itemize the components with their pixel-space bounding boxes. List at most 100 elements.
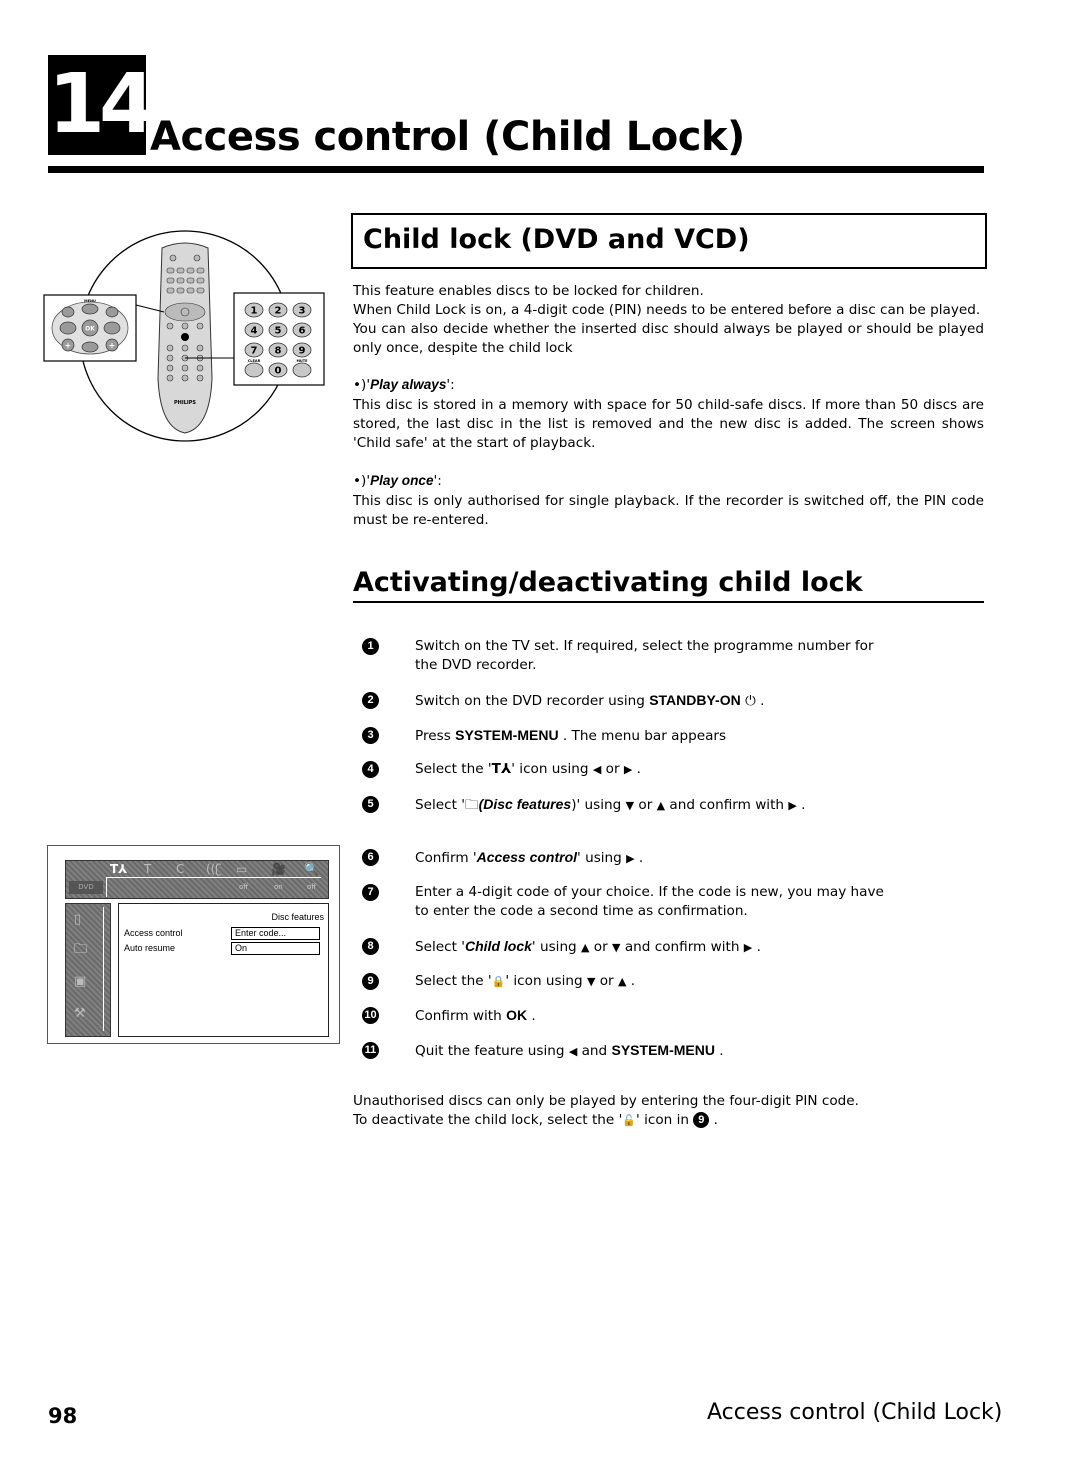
zoom-icon: 🔍 [304, 862, 319, 876]
step-number: 1 [362, 638, 379, 655]
step-number: 10 [362, 1007, 379, 1024]
camera-angle-icon: 🎥 [271, 862, 286, 876]
option-heading-play-always: •)'Play always': [353, 377, 455, 393]
keypad-key-label: 2 [275, 306, 282, 317]
access-control-field[interactable]: Enter code... [231, 927, 320, 940]
option-label: Play always [370, 377, 447, 392]
settings-tools-icon: T⅄ [491, 761, 512, 777]
intro-line: When Child Lock is on, a 4-digit code (P… [353, 302, 981, 318]
keypad-key [292, 362, 312, 378]
osd-value: off [307, 883, 317, 891]
osd-disc-features-panel: Disc features Access control Enter code.… [118, 903, 329, 1037]
step-reference: 9 [693, 1112, 710, 1128]
subtitle-icon: ▭ [236, 862, 248, 876]
step-text: Quit the feature using ◀ and SYSTEM-MENU… [415, 1042, 724, 1059]
step-number: 4 [362, 761, 379, 778]
panel-title: Disc features [271, 912, 324, 922]
keypad-callout: 1 2 3 4 5 6 7 8 9 CLEAR 0 MUTE [233, 292, 325, 386]
keypad-key-label: 7 [251, 346, 258, 357]
remote-body: PHILIPS [157, 242, 213, 434]
menu-key-label: MENU [84, 299, 96, 303]
wrench-icon: ⚒ [74, 1006, 86, 1021]
step-text: Confirm with OK . [415, 1007, 536, 1024]
chapter-icon: C [176, 862, 185, 876]
keypad-key-label: 6 [299, 326, 306, 337]
keypad-key-label: 8 [275, 346, 282, 357]
lock-open-icon: 🔓 [622, 1114, 637, 1127]
keypad-key-label: 1 [251, 306, 258, 317]
disc-features-icon: 🗀 [465, 797, 479, 813]
section-child-lock-box: Child lock (DVD and VCD) [351, 213, 987, 269]
arrow-down-icon: ▼ [625, 799, 635, 812]
keypad-key-label: 4 [251, 326, 258, 337]
option-text-play-always: This disc is stored in a memory with spa… [353, 397, 984, 451]
step-text: Enter a 4-digit code of your choice. If … [415, 884, 884, 919]
keypad-key-label: 5 [275, 326, 282, 337]
step-number: 9 [362, 973, 379, 990]
remote-brand: PHILIPS [174, 400, 196, 406]
section-rule [353, 601, 984, 603]
section-title-activating: Activating/deactivating child lock [353, 567, 863, 598]
audio-icon: ((ʗ [206, 862, 222, 876]
step-text: Press SYSTEM-MENU . The menu bar appears [415, 727, 727, 744]
option-heading-play-once: •)'Play once': [353, 473, 442, 489]
step-text: Switch on the TV set. If required, selec… [415, 638, 874, 673]
osd-side-menu: ▯ 🗀 ▣ ⚒ [65, 903, 111, 1037]
step-text: Confirm 'Access control' using ▶ . [415, 849, 644, 866]
intro-line: You can also decide whether the inserted… [353, 321, 984, 356]
keypad-key [244, 362, 264, 378]
auto-resume-field[interactable]: On [231, 942, 320, 955]
page-number: 98 [48, 1404, 78, 1428]
step-number: 7 [362, 884, 379, 901]
step-number: 6 [362, 849, 379, 866]
menu-row-label: Access control [124, 928, 183, 938]
step-number: 8 [362, 938, 379, 955]
key-standby-on: STANDBY-ON [649, 692, 741, 708]
key-system-menu: SYSTEM-MENU [611, 1042, 715, 1058]
intro-paragraph: This feature enables discs to be locked … [353, 282, 984, 358]
intro-line: This feature enables discs to be locked … [353, 283, 704, 299]
arrow-down-icon: ▼ [612, 941, 621, 954]
remote-icon: ▯ [74, 912, 82, 927]
chapter-rule [48, 166, 984, 173]
option-text-play-once: This disc is only authorised for single … [353, 493, 984, 528]
nav-keys-callout: OK MENU + + [43, 294, 137, 362]
step-text: Switch on the DVD recorder using STANDBY… [415, 692, 765, 709]
osd-menu-screenshot: DVD T⅄ T C ((ʗ ▭ 🎥 🔍 off on off ▯ 🗀 ▣ ⚒ … [47, 845, 340, 1044]
disc-features-icon: 🗀 [74, 942, 88, 957]
power-icon: ⏻ [745, 693, 756, 709]
option-label: Play once [370, 473, 434, 488]
arrow-right-icon: ▶ [743, 941, 753, 954]
keypad-key-label: 0 [275, 366, 282, 377]
keypad-key-label: 3 [299, 306, 306, 317]
step-number: 5 [362, 796, 379, 813]
remote-control-illustration: PHILIPS OK MENU + + 1 2 3 4 5 6 7 8 9 CLEAR 0 MUTE [43, 230, 325, 442]
note-line: Unauthorised discs can only be played by… [353, 1093, 859, 1109]
step-number: 2 [362, 692, 379, 709]
step-text: Select '🗀(Disc features)' using ▼ or ▲ a… [415, 796, 806, 813]
section-title-child-lock: Child lock (DVD and VCD) [363, 224, 750, 255]
osd-value: off [239, 883, 249, 891]
arrow-right-icon: ▶ [626, 852, 635, 865]
dvd-logo: DVD [69, 881, 103, 894]
key-system-menu: SYSTEM-MENU [455, 727, 559, 743]
running-title: Access control (Child Lock) [707, 1400, 1003, 1425]
step-number: 11 [362, 1042, 379, 1059]
step-text: Select the '🔒' icon using ▼ or ▲ . [415, 973, 636, 989]
osd-menu-bar: DVD T⅄ T C ((ʗ ▭ 🎥 🔍 off on off [65, 860, 329, 899]
arrow-left-icon: ◀ [568, 1045, 578, 1058]
arrow-up-icon: ▲ [656, 799, 666, 812]
svg-text:+: + [65, 341, 72, 350]
keypad-key-label: 9 [299, 346, 306, 357]
menu-row-label: Auto resume [124, 943, 176, 953]
note-line: To deactivate the child lock, select the… [353, 1112, 718, 1128]
step-text: Select 'Child lock' using ▲ or ▼ and con… [415, 938, 761, 955]
step-number: 3 [362, 727, 379, 744]
settings-tools-icon: T⅄ [110, 862, 128, 876]
arrow-right-icon: ▶ [788, 799, 797, 812]
title-icon: T [144, 862, 152, 876]
svg-text:+: + [109, 341, 116, 350]
tv-screen-icon: ▣ [74, 974, 87, 989]
closing-notes: Unauthorised discs can only be played by… [353, 1092, 984, 1130]
lock-closed-icon: 🔒 [491, 975, 506, 988]
